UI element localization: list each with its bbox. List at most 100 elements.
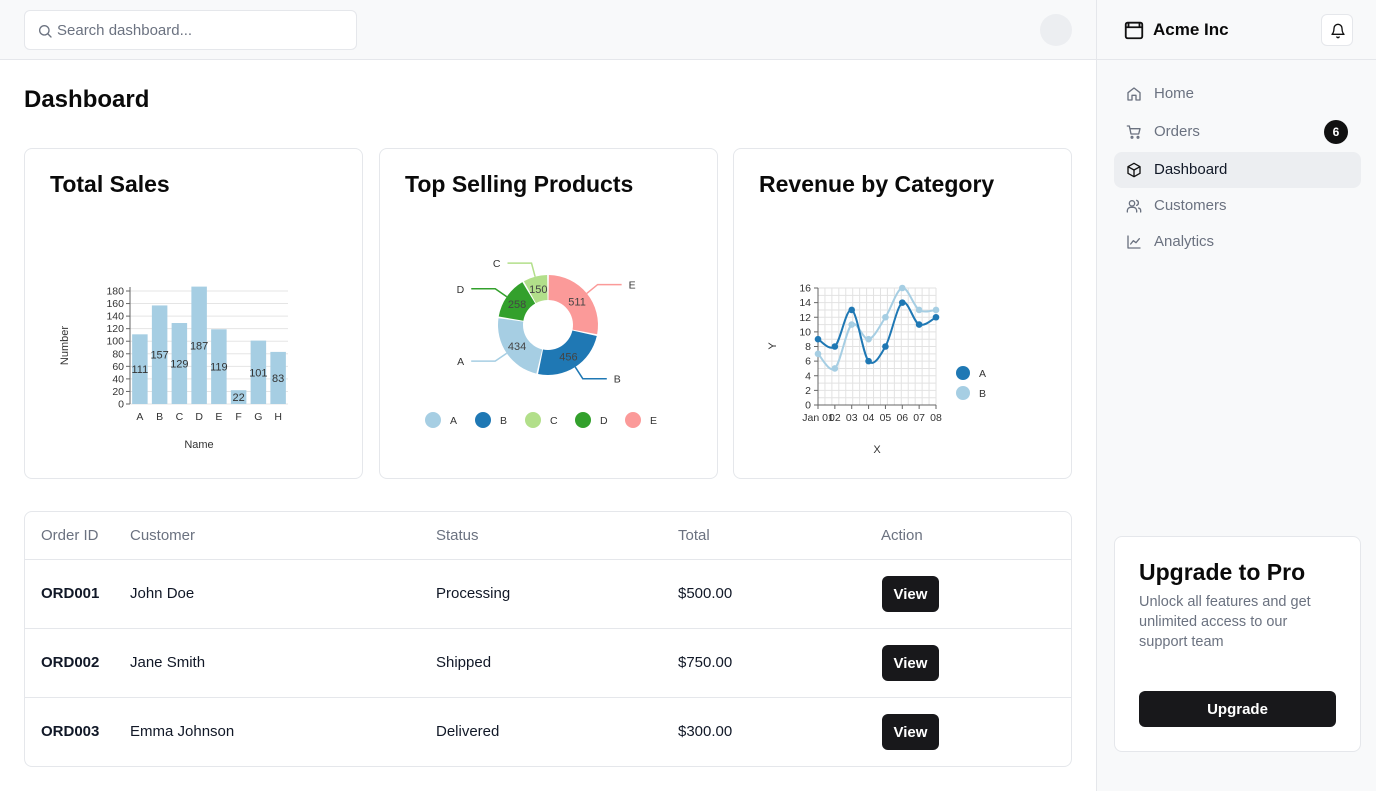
slice-leader-line: [586, 283, 622, 295]
bar-data-label: 101: [249, 367, 267, 379]
data-point: [848, 321, 856, 328]
sidebar-header: Acme Inc: [1097, 0, 1376, 60]
legend-swatch: [425, 412, 441, 428]
bar-data-label: 83: [272, 373, 284, 385]
series-line: [817, 287, 937, 371]
customer-name: Emma Johnson: [130, 723, 235, 740]
data-point: [898, 284, 906, 292]
y-tick-label: 20: [112, 386, 124, 398]
slice-value-label: 434: [508, 341, 526, 353]
bar-data-label: 157: [150, 350, 168, 362]
slice-name-label: B: [614, 374, 621, 386]
table-row: ORD001 John Doe Processing $500.00 View: [25, 560, 1071, 629]
legend-swatch: [575, 412, 591, 428]
data-point: [932, 313, 940, 321]
search-box[interactable]: [24, 10, 357, 50]
x-tick-label: H: [274, 411, 282, 423]
y-tick-label: 10: [799, 326, 811, 338]
data-point: [915, 306, 923, 314]
legend-swatch: [625, 412, 641, 428]
slice-value-label: 258: [508, 299, 526, 311]
bell-icon: [1331, 23, 1345, 39]
data-point: [882, 313, 889, 321]
y-tick-label: 12: [799, 312, 811, 324]
legend-swatch: [475, 412, 491, 428]
x-tick-label: F: [235, 411, 241, 423]
order-status: Processing: [436, 585, 511, 602]
sidebar-item-label: Dashboard: [1154, 161, 1228, 178]
order-total: $300.00: [678, 723, 733, 740]
table-row: ORD003 Emma Johnson Delivered $300.00 Vi…: [25, 698, 1071, 766]
sidebar-item-label: Customers: [1154, 197, 1227, 214]
x-tick-label: E: [215, 411, 222, 423]
orders-table: Order ID Customer Status Total Action OR…: [24, 511, 1072, 767]
brand-name[interactable]: Acme Inc: [1153, 20, 1229, 40]
y-tick-label: 100: [106, 336, 124, 348]
line-chart-icon: [1127, 235, 1141, 249]
sidebar-item-label: Home: [1154, 85, 1195, 102]
table-row: ORD002 Jane Smith Shipped $750.00 View: [25, 629, 1071, 698]
bar-data-label: 22: [233, 392, 245, 404]
bar-data-label: 111: [132, 364, 149, 376]
legend-label: B: [979, 388, 986, 400]
sidebar-item-home[interactable]: Home: [1114, 76, 1361, 112]
upgrade-description: Unlock all features and get unlimited ac…: [1139, 594, 1311, 650]
x-tick-label: C: [176, 411, 184, 423]
y-axis-label: Y: [767, 342, 779, 350]
x-axis-label: Name: [184, 439, 213, 451]
slice-value-label: 150: [529, 284, 547, 296]
sidebar-item-analytics[interactable]: Analytics: [1114, 224, 1361, 260]
sidebar-item-customers[interactable]: Customers: [1114, 188, 1361, 224]
order-total: $750.00: [678, 654, 733, 671]
legend-label: A: [450, 415, 457, 427]
search-input[interactable]: [57, 11, 347, 49]
legend-swatch: [956, 366, 970, 380]
data-point: [814, 350, 822, 358]
column-header-total: Total: [678, 527, 710, 544]
data-point: [865, 335, 872, 343]
x-tick-label: 04: [863, 412, 875, 424]
customer-name: John Doe: [130, 585, 195, 602]
sidebar-item-dashboard[interactable]: Dashboard: [1114, 152, 1361, 188]
package-icon: [1127, 162, 1141, 178]
order-id: ORD003: [41, 723, 100, 740]
y-tick-label: 8: [805, 341, 811, 353]
slice-leader-line: [471, 288, 508, 298]
sidebar-item-label: Orders: [1154, 123, 1200, 140]
slice-name-label: D: [457, 284, 465, 296]
data-point: [898, 299, 906, 306]
x-tick-label: 07: [913, 412, 925, 424]
x-tick-label: A: [136, 411, 143, 423]
y-tick-label: 2: [805, 385, 811, 397]
cart-icon: [1126, 125, 1141, 139]
legend-label: D: [600, 415, 608, 427]
revenue-card: Revenue by Category 0 2 4 6 8 10 12 14 16 Jan 01 0…: [733, 148, 1072, 479]
x-tick-label: D: [195, 411, 203, 423]
y-tick-label: 16: [799, 283, 811, 295]
legend-swatch: [956, 386, 970, 400]
slice-value-label: 456: [559, 351, 577, 363]
sidebar-item-orders[interactable]: Orders 6: [1114, 114, 1361, 150]
slice-leader-line: [471, 352, 508, 362]
order-id: ORD001: [41, 585, 100, 602]
home-icon: [1127, 87, 1141, 101]
view-button[interactable]: View: [882, 714, 939, 750]
top-selling-donut-chart: 511 E 456 B 434 A 258 D 150 C A B C D E: [425, 258, 657, 428]
slice-leader-line: [507, 262, 536, 277]
upgrade-button[interactable]: Upgrade: [1139, 691, 1336, 727]
x-tick-label: 06: [896, 412, 908, 424]
x-tick-label: 02: [829, 412, 841, 424]
legend-label: C: [550, 415, 558, 427]
notifications-button[interactable]: [1321, 14, 1353, 46]
avatar[interactable]: [1040, 14, 1072, 46]
view-button[interactable]: View: [882, 576, 939, 612]
view-button[interactable]: View: [882, 645, 939, 681]
orders-count-badge: 6: [1324, 120, 1348, 144]
data-point: [865, 357, 872, 365]
slice-name-label: C: [493, 258, 501, 270]
y-tick-label: 4: [805, 370, 811, 382]
slice-leader-line: [574, 366, 607, 380]
x-tick-label: 08: [930, 412, 942, 424]
legend-swatch: [525, 412, 541, 428]
upgrade-title: Upgrade to Pro: [1139, 559, 1306, 585]
